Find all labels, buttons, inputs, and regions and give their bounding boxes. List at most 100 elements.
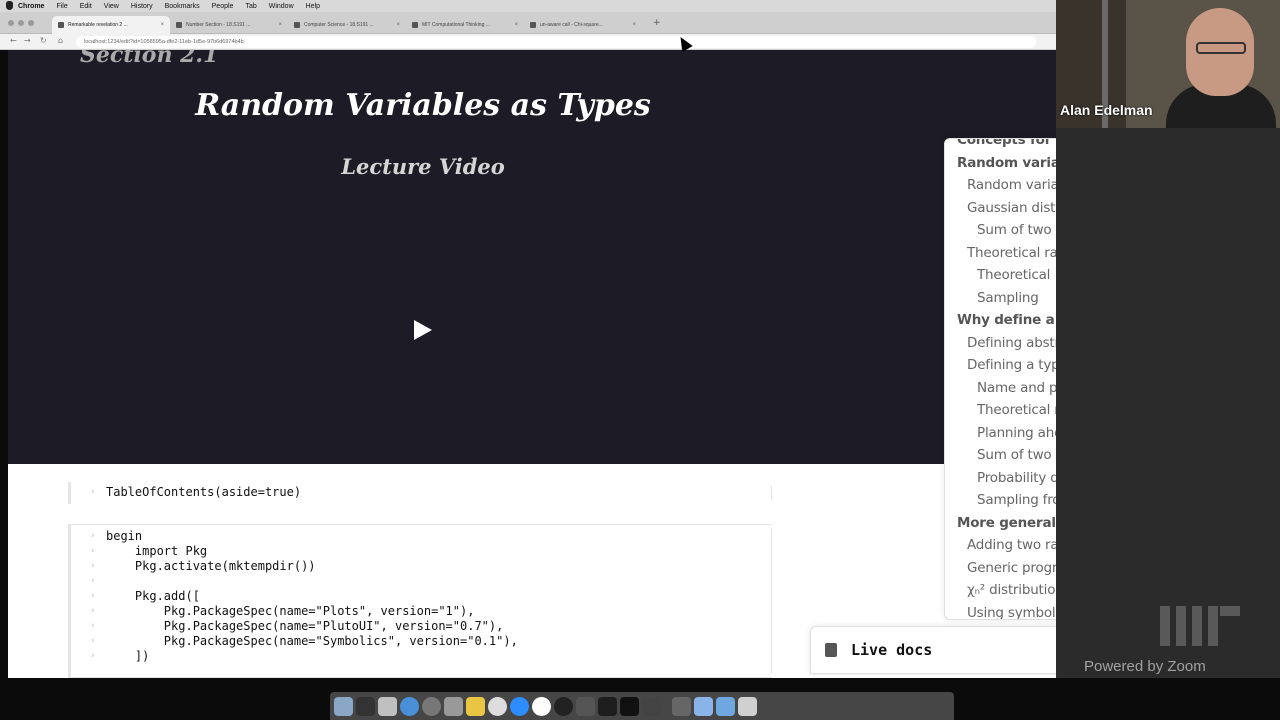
menu-edit[interactable]: Edit: [80, 3, 92, 10]
zoom-icon[interactable]: [510, 696, 529, 716]
home-icon[interactable]: ⌂: [58, 36, 63, 45]
maximize-window-icon[interactable]: [28, 20, 34, 26]
site-favicon-icon: [530, 22, 536, 28]
menu-help[interactable]: Help: [306, 3, 320, 10]
code-text: Pkg.activate(mktempdir()): [106, 559, 316, 573]
lecture-video-player[interactable]: Section 2.1 Random Variables as Types Le…: [8, 50, 1056, 464]
live-docs-panel[interactable]: Live docs: [810, 626, 1060, 674]
mail-icon[interactable]: [694, 696, 713, 716]
site-favicon-icon: [294, 22, 300, 28]
video-subtitle: Lecture Video: [341, 154, 505, 179]
github-icon[interactable]: [554, 696, 573, 716]
browser-tab[interactable]: Number Section - 18.S191 ... ×: [170, 16, 288, 34]
julia-icon[interactable]: [532, 696, 551, 716]
zoom-side-area: [1056, 128, 1280, 678]
url-field[interactable]: localhost:1234/edit?id=1058595a-dfe2-11e…: [76, 36, 1036, 48]
play-icon[interactable]: [414, 320, 432, 340]
menu-bookmarks[interactable]: Bookmarks: [165, 3, 200, 10]
close-tab-icon[interactable]: ×: [632, 22, 636, 28]
close-tab-icon[interactable]: ×: [396, 22, 400, 28]
code-line: › Pkg.activate(mktempdir()): [90, 559, 316, 573]
new-tab-button[interactable]: +: [653, 18, 661, 28]
terminal-icon[interactable]: [356, 696, 375, 716]
safari-icon[interactable]: [400, 696, 419, 716]
browser-tab[interactable]: Computer Science - 18.S191 ... ×: [288, 16, 406, 34]
code-block: › begin › import Pkg › Pkg.activate(mktem…: [68, 525, 772, 664]
terminal2-icon[interactable]: [620, 696, 639, 716]
mac-dock: [330, 692, 954, 720]
code-text: import Pkg: [106, 544, 208, 558]
menu-file[interactable]: File: [56, 3, 67, 10]
code-text: Pkg.add([: [106, 589, 200, 603]
glasses: [1196, 42, 1246, 54]
forward-icon[interactable]: →: [24, 36, 31, 45]
tab-label: un-aware call - Chi-square...: [540, 22, 603, 28]
cell-divider: [771, 529, 772, 673]
book-icon: [825, 643, 837, 657]
site-favicon-icon: [176, 22, 182, 28]
section-label: Section 2.1: [80, 50, 219, 68]
menu-view[interactable]: View: [104, 3, 119, 10]
fold-icon[interactable]: ›: [90, 485, 95, 500]
code-text: ]): [106, 649, 150, 663]
code-line: › Pkg.add([: [90, 589, 200, 603]
participant-name: Alan Edelman: [1060, 102, 1153, 118]
browser-tab[interactable]: un-aware call - Chi-square... ×: [524, 16, 642, 34]
close-window-icon[interactable]: [8, 20, 14, 26]
pluto-favicon-icon: [58, 22, 64, 28]
menu-window[interactable]: Window: [269, 3, 294, 10]
x-icon[interactable]: [576, 696, 595, 716]
code-icon[interactable]: [598, 696, 617, 716]
site-favicon-icon: [412, 22, 418, 28]
code-line: › begin: [90, 529, 143, 543]
video-title: Random Variables as Types: [195, 88, 651, 123]
code-text: begin: [106, 529, 143, 543]
browser-tab[interactable]: MIT Computational Thinking ... ×: [406, 16, 524, 34]
code-text: Pkg.PackageSpec(name="Plots", version="1…: [106, 604, 475, 618]
tab-label: Remarkable revelation 2 ...: [68, 22, 128, 28]
code-line: › Pkg.PackageSpec(name="Symbolics", vers…: [90, 634, 518, 648]
finder-icon[interactable]: [334, 696, 353, 716]
code-line: ›: [90, 576, 96, 586]
close-tab-icon[interactable]: ×: [514, 22, 518, 28]
menu-people[interactable]: People: [212, 3, 234, 10]
mac-menubar: Chrome File Edit View History Bookmarks …: [0, 0, 1056, 12]
browser-tab-bar: Remarkable revelation 2 ... × Number Sec…: [0, 12, 1056, 34]
toc-code-cell[interactable]: › TableOfContents(aside=true): [68, 482, 772, 504]
code-text: TableOfContents(aside=true): [106, 485, 302, 499]
pkg-code-cell[interactable]: › begin › import Pkg › Pkg.activate(mktem…: [68, 524, 772, 678]
code-line: › import Pkg: [90, 544, 208, 558]
code-line: › ]): [90, 649, 150, 663]
mit-logo: [1160, 606, 1240, 646]
chrome-icon[interactable]: [488, 696, 507, 716]
live-docs-label: Live docs: [851, 641, 933, 659]
back-icon[interactable]: ←: [10, 36, 17, 45]
address-bar: ← → ↻ ⌂ localhost:1234/edit?id=1058595a-…: [0, 34, 1056, 50]
files-icon[interactable]: [672, 696, 691, 716]
minimize-window-icon[interactable]: [18, 20, 24, 26]
code-text: Pkg.PackageSpec(name="PlutoUI", version=…: [106, 619, 504, 633]
tab-label: Computer Science - 18.S191 ...: [304, 22, 374, 28]
close-tab-icon[interactable]: ×: [160, 22, 164, 28]
menu-tab[interactable]: Tab: [245, 3, 256, 10]
compass-icon[interactable]: [422, 696, 441, 716]
photos-icon[interactable]: [642, 696, 661, 716]
zoom-watermark: Powered by Zoom: [1084, 658, 1206, 675]
apple-icon[interactable]: [6, 1, 13, 10]
cell-divider: [771, 486, 772, 500]
code-text: Pkg.PackageSpec(name="Symbolics", versio…: [106, 634, 518, 648]
zoom-webcam: Alan Edelman: [1056, 0, 1280, 128]
screen: Chrome File Edit View History Bookmarks …: [0, 0, 1280, 720]
close-tab-icon[interactable]: ×: [278, 22, 282, 28]
code-line: › Pkg.PackageSpec(name="Plots", version=…: [90, 604, 475, 618]
menu-app-name[interactable]: Chrome: [18, 3, 44, 10]
trash-icon[interactable]: [738, 696, 757, 716]
reload-icon[interactable]: ↻: [40, 36, 47, 45]
code-line: › Pkg.PackageSpec(name="PlutoUI", versio…: [90, 619, 504, 633]
browser-tab[interactable]: Remarkable revelation 2 ... ×: [52, 16, 170, 34]
menu-history[interactable]: History: [131, 3, 153, 10]
settings-icon[interactable]: [444, 696, 463, 716]
folder-icon[interactable]: [716, 696, 735, 716]
launchpad-icon[interactable]: [378, 696, 397, 716]
notes-icon[interactable]: [466, 696, 485, 716]
